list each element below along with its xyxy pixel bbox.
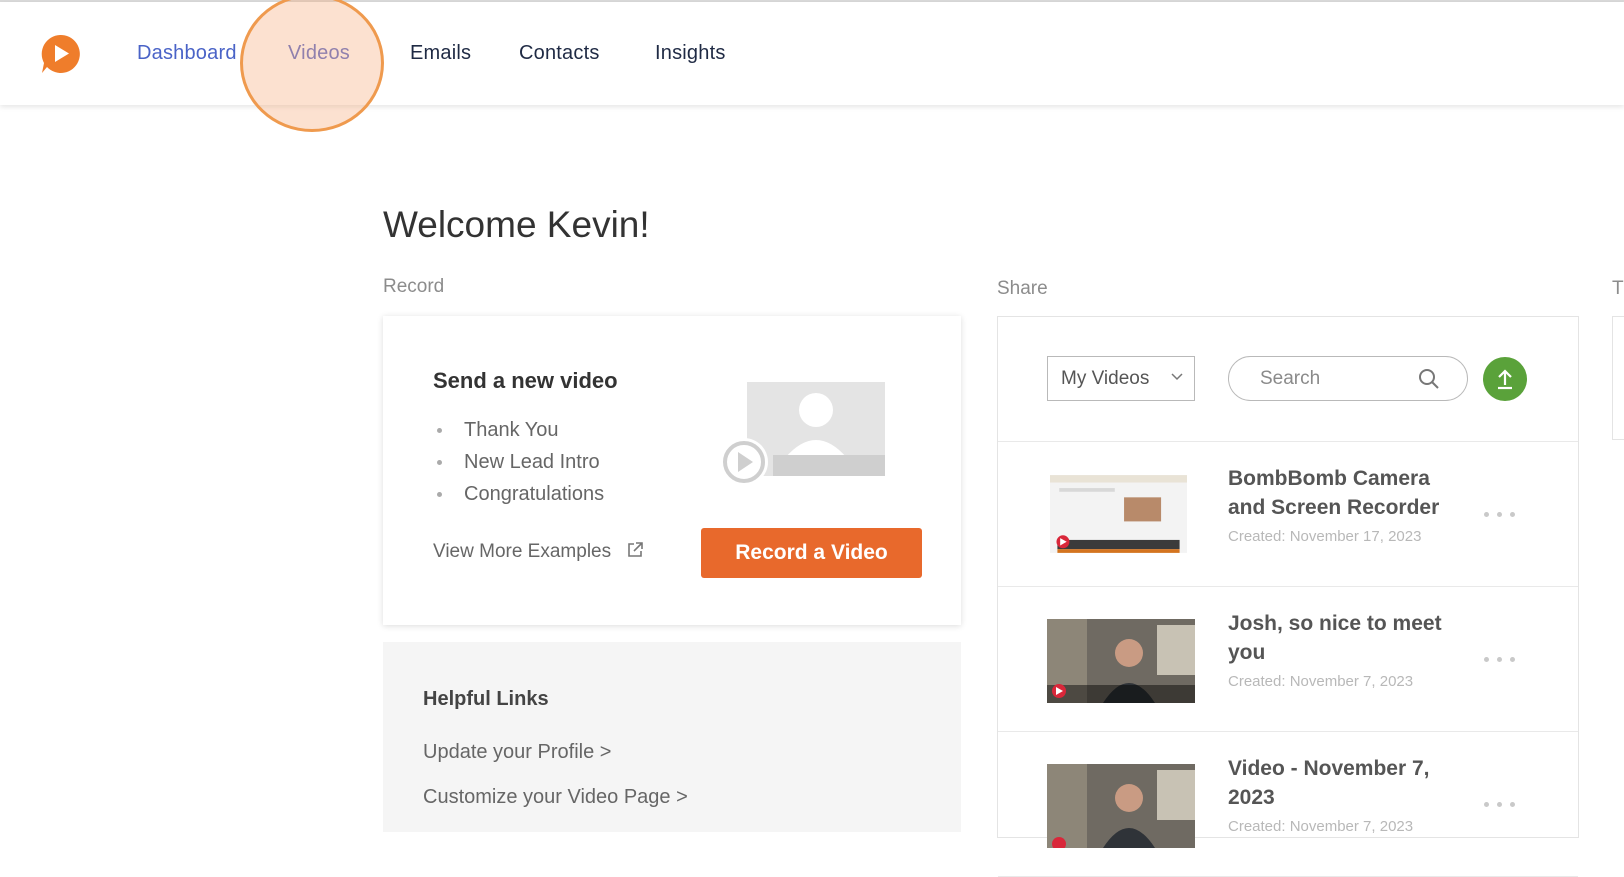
video-filter-value: My Videos — [1061, 368, 1150, 389]
nav-videos[interactable]: Videos — [288, 42, 350, 65]
video-title[interactable]: Video - November 7, 2023 — [1228, 754, 1458, 812]
example-item: New Lead Intro — [433, 446, 604, 478]
video-date: Created: November 7, 2023 — [1228, 673, 1414, 690]
record-video-button[interactable]: Record a Video — [701, 528, 922, 578]
section-label-third: Tr — [1612, 278, 1624, 299]
helpful-links-panel: Helpful Links Update your Profile > Cust… — [383, 642, 961, 832]
page-title: Welcome Kevin! — [383, 204, 650, 245]
nav-contacts[interactable]: Contacts — [519, 42, 600, 65]
record-card-title: Send a new video — [433, 368, 618, 393]
share-toolbar: My Videos — [998, 317, 1578, 442]
video-title[interactable]: Josh, so nice to meet you — [1228, 609, 1458, 667]
logo-icon[interactable] — [39, 33, 81, 75]
search-icon[interactable] — [1418, 368, 1440, 390]
nav-dashboard[interactable]: Dashboard — [137, 42, 237, 65]
section-label-share: Share — [997, 278, 1048, 299]
share-card: My Videos BombBomb Camer — [997, 316, 1579, 877]
more-icon[interactable] — [1484, 504, 1523, 522]
video-title[interactable]: BombBomb Camera and Screen Recorder — [1228, 464, 1458, 522]
chevron-down-icon — [1171, 373, 1183, 381]
video-thumbnail[interactable] — [1047, 619, 1195, 703]
video-thumbnail[interactable] — [1050, 472, 1187, 556]
nav-insights[interactable]: Insights — [655, 42, 726, 65]
more-icon[interactable] — [1484, 649, 1523, 667]
record-card: Send a new video Thank You New Lead Intr… — [383, 316, 961, 625]
example-item: Congratulations — [433, 478, 604, 510]
video-filter-select[interactable]: My Videos — [1047, 356, 1195, 401]
example-item: Thank You — [433, 414, 604, 446]
view-more-label: View More Examples — [433, 541, 612, 562]
upload-button[interactable] — [1483, 357, 1527, 401]
helpful-links-title: Helpful Links — [423, 688, 549, 710]
video-date: Created: November 7, 2023 — [1228, 818, 1414, 835]
video-thumbnail[interactable] — [1047, 764, 1195, 848]
third-card — [1612, 316, 1624, 440]
link-update-profile[interactable]: Update your Profile > — [423, 741, 611, 764]
external-link-icon — [628, 542, 644, 557]
video-row[interactable]: BombBomb Camera and Screen Recorder Crea… — [998, 442, 1578, 587]
more-icon[interactable] — [1484, 794, 1523, 812]
video-row[interactable]: Josh, so nice to meet you Created: Novem… — [998, 587, 1578, 732]
top-navbar: Dashboard Videos Emails Contacts Insight… — [0, 2, 1624, 105]
upload-icon — [1498, 369, 1512, 390]
video-date: Created: November 17, 2023 — [1228, 528, 1422, 545]
view-more-examples-link[interactable]: View More Examples — [433, 541, 644, 563]
video-illustration — [720, 382, 885, 486]
link-customize-video-page[interactable]: Customize your Video Page > — [423, 786, 688, 809]
nav-emails[interactable]: Emails — [410, 42, 471, 65]
video-row[interactable]: Video - November 7, 2023 Created: Novemb… — [998, 732, 1578, 877]
section-label-record: Record — [383, 276, 445, 297]
examples-list: Thank You New Lead Intro Congratulations — [433, 414, 604, 510]
